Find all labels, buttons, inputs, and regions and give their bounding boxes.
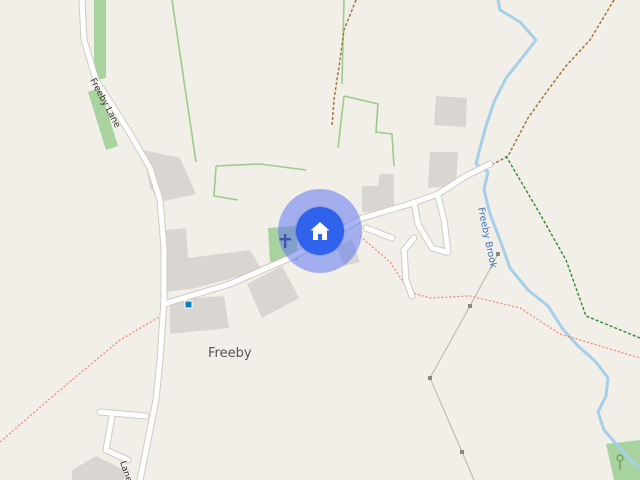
building — [362, 174, 394, 212]
minor-paths — [429, 253, 499, 480]
bus-stop-icon[interactable] — [184, 300, 193, 309]
path-nodes — [428, 252, 500, 454]
freeby-brook-line — [474, 0, 640, 470]
marker-button[interactable] — [296, 207, 344, 255]
building — [166, 228, 262, 292]
green-dashed-boundary — [505, 155, 640, 339]
home-icon — [310, 222, 330, 240]
place-label: Freeby — [208, 346, 252, 361]
map-canvas[interactable]: Freeby Lane Lane Freeby Brook Freeby — [0, 0, 640, 480]
location-marker[interactable] — [278, 189, 362, 273]
building — [72, 456, 124, 480]
building — [434, 96, 467, 127]
field-boundaries — [171, 0, 395, 201]
water-label-freeby-brook: Freeby Brook — [475, 206, 499, 270]
tracks — [331, 0, 615, 181]
park-corner-southeast — [606, 440, 640, 480]
side-road — [103, 413, 131, 463]
